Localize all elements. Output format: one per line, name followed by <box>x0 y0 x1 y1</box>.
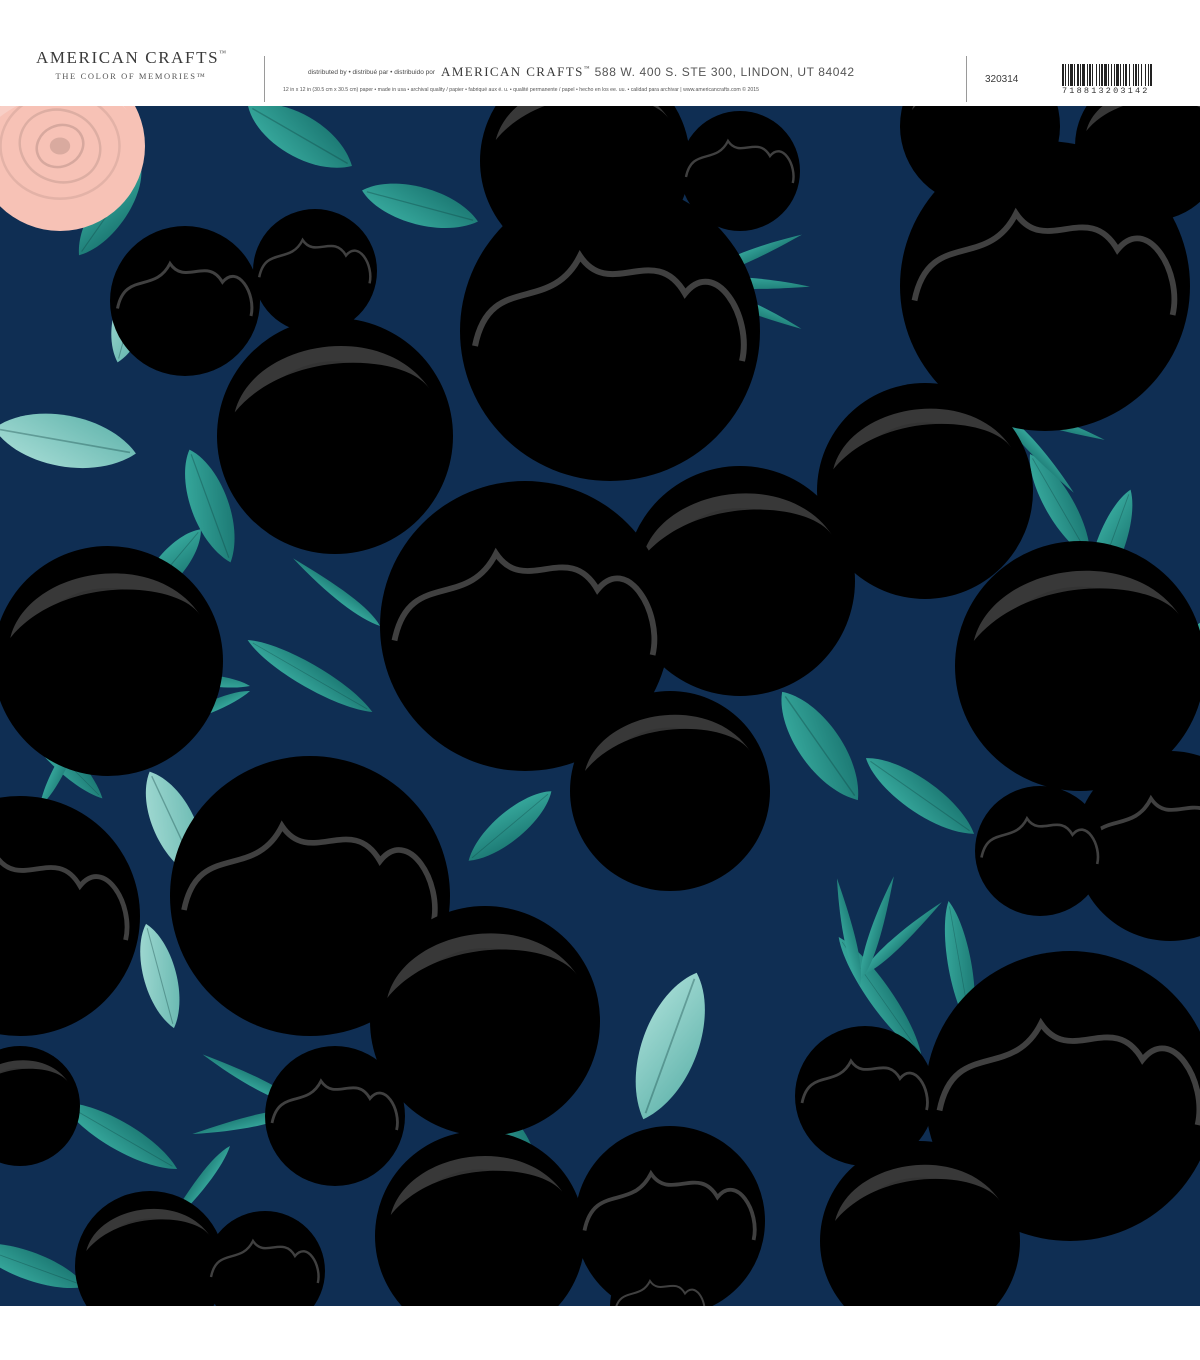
fine-print: 12 in x 12 in (30.5 cm x 30.5 cm) paper … <box>283 87 759 93</box>
brand-tagline: THE COLOR OF MEMORIES™ <box>55 71 207 81</box>
divider <box>966 56 967 102</box>
bottom-margin <box>0 1306 1200 1360</box>
flowers-layer <box>0 106 1200 1306</box>
distributed-by-label: distributed by • distribué par • distrib… <box>308 69 436 76</box>
label-strip: AMERICAN CRAFTS™ THE COLOR OF MEMORIES™ … <box>0 0 1200 106</box>
distributor-trademark: ™ <box>583 66 590 72</box>
distributor-address: 588 W. 400 S. STE 300, LINDON, UT 84042 <box>594 65 855 79</box>
brand-logo: AMERICAN CRAFTS™ THE COLOR OF MEMORIES™ <box>0 48 262 81</box>
brand-name: AMERICAN CRAFTS <box>35 48 220 67</box>
distributor-name: AMERICAN CRAFTS <box>441 64 584 79</box>
floral-pattern-artwork <box>0 106 1200 1306</box>
floral-pattern-paper <box>0 106 1200 1306</box>
brand-trademark: ™ <box>219 49 227 57</box>
divider <box>264 56 265 102</box>
distributor-line: distributed by • distribué par • distrib… <box>308 63 855 81</box>
sku-number: 320314 <box>985 74 1019 85</box>
barcode-number: 718813203142 <box>1062 86 1150 96</box>
barcode-icon <box>1062 64 1152 86</box>
